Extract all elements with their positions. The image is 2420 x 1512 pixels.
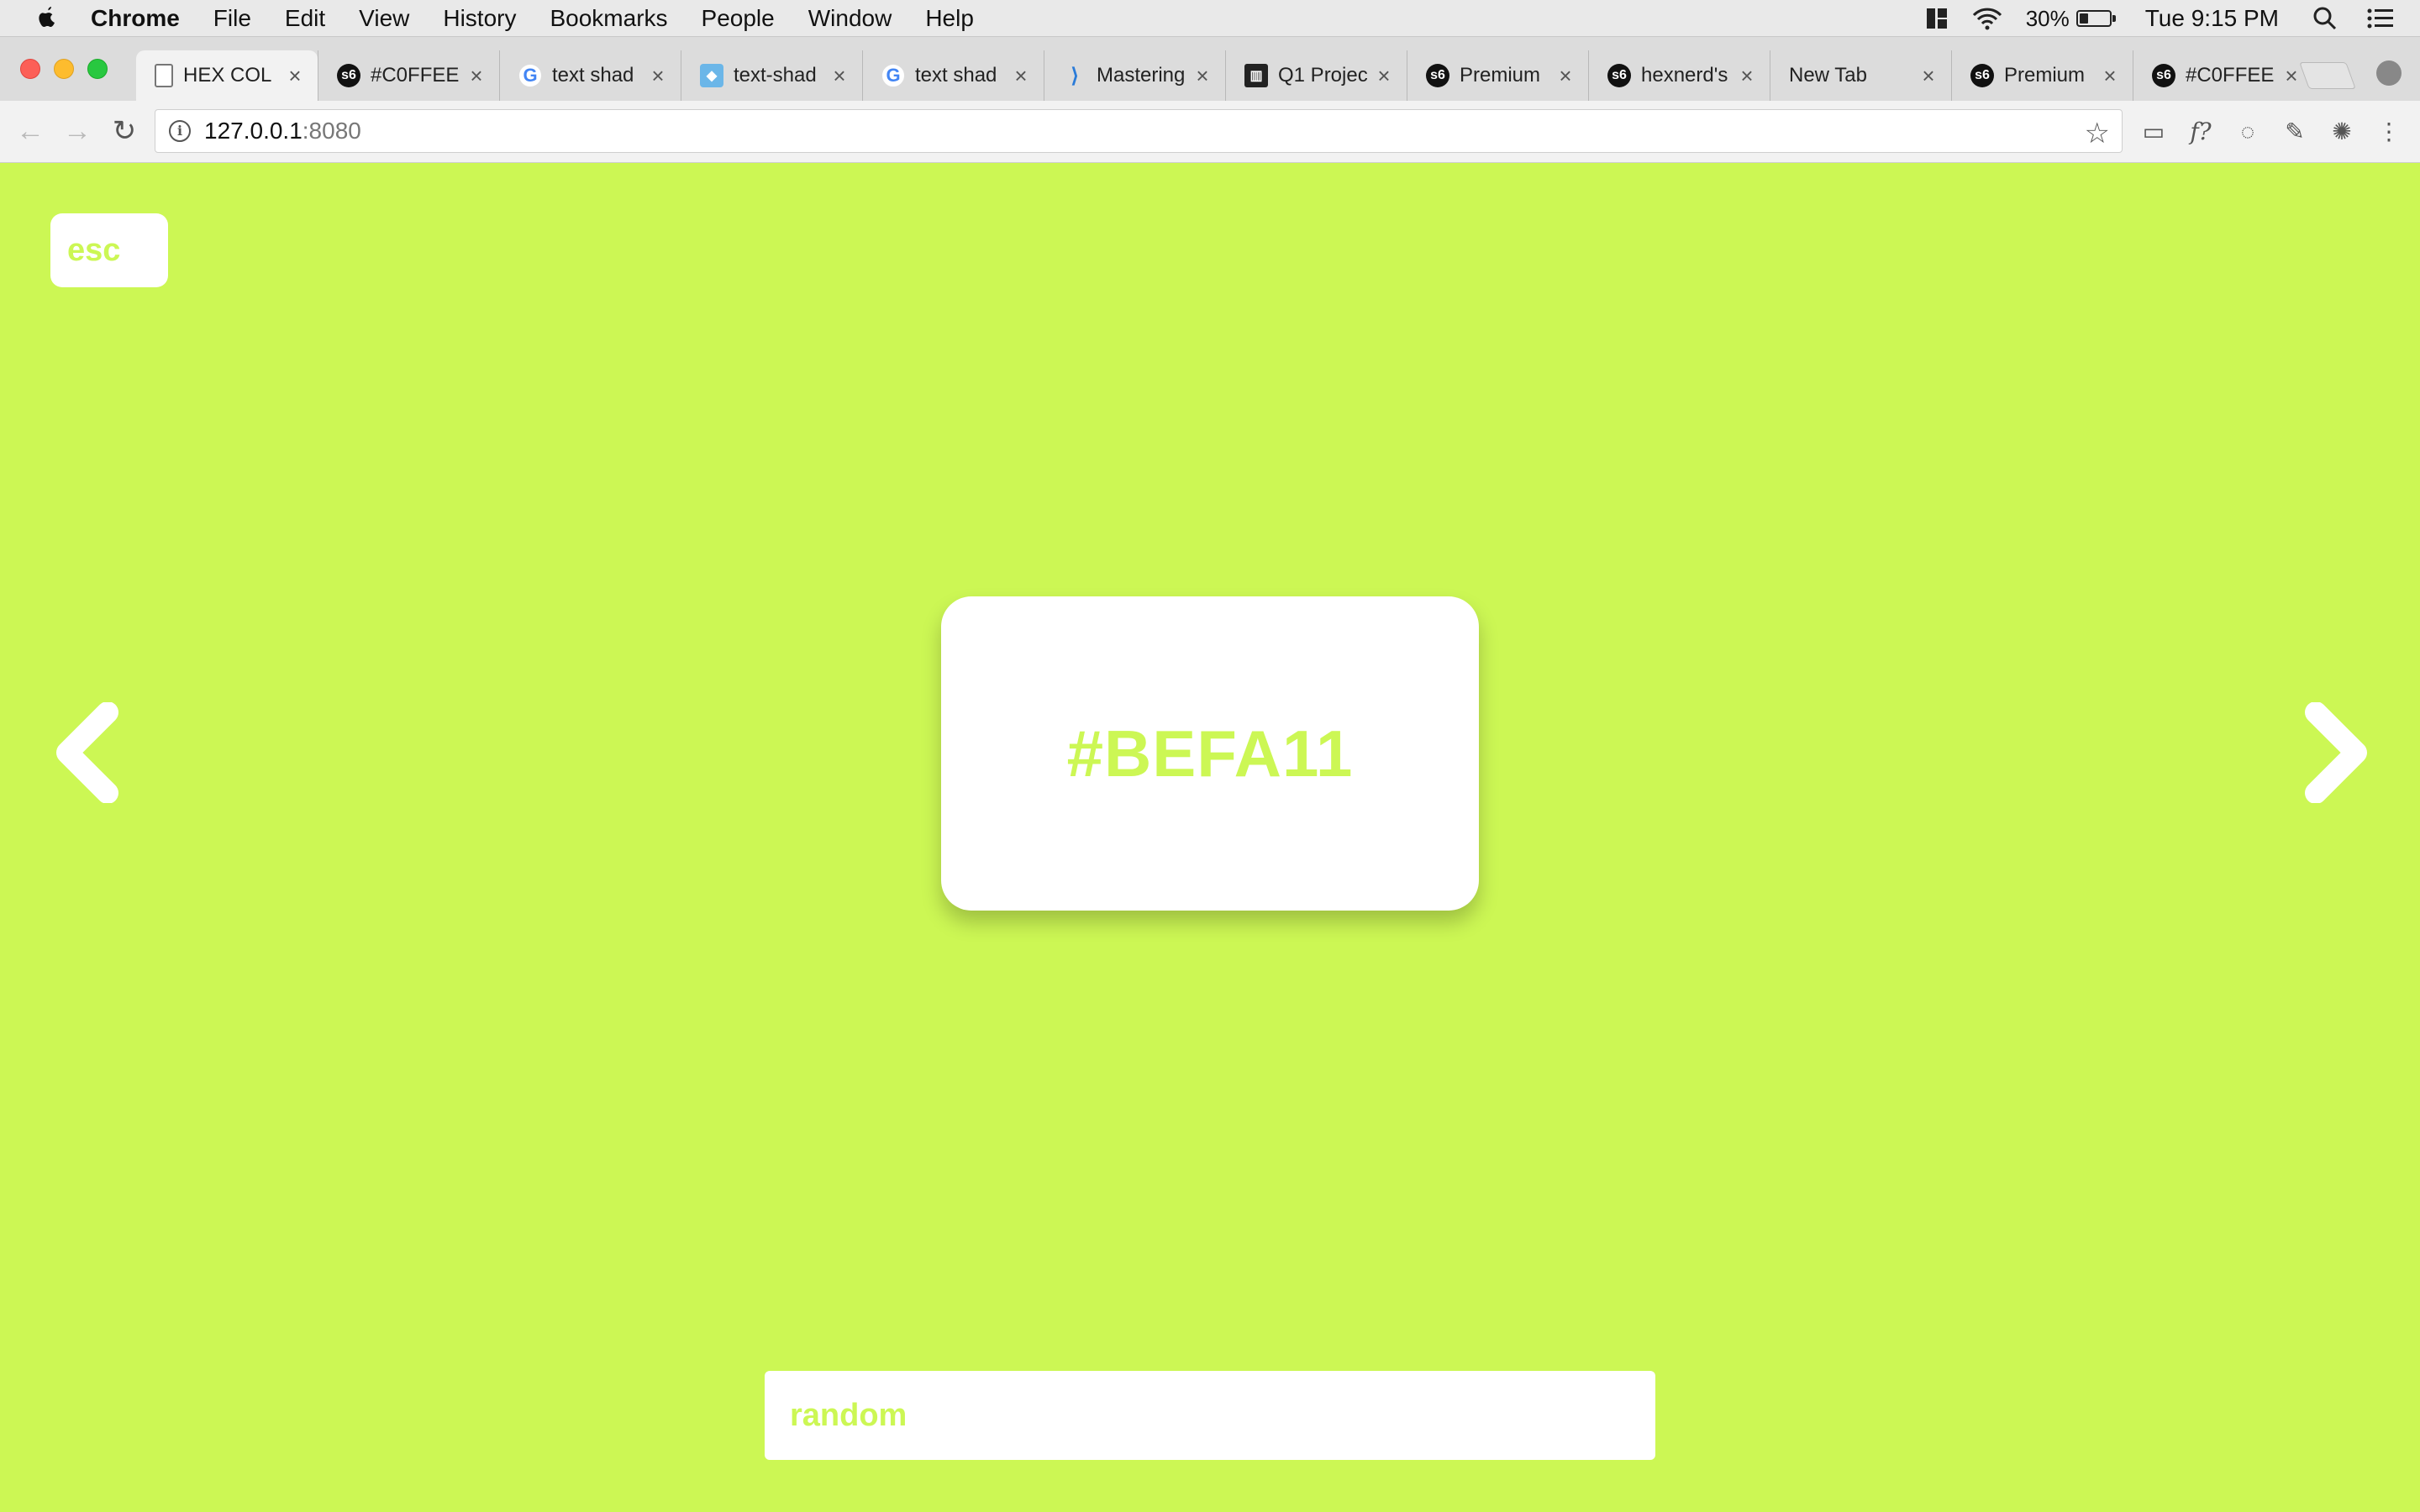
color-card: #BEFA11	[941, 596, 1479, 911]
macos-menu-bar: Chrome File Edit View History Bookmarks …	[0, 0, 2420, 37]
close-icon[interactable]: ×	[1556, 63, 1575, 89]
tab-strip: HEX COL × s6 #C0FFEE × G text shad × ◆ t…	[0, 37, 2420, 101]
wifi-icon[interactable]	[1970, 6, 2004, 31]
close-window-button[interactable]	[20, 59, 40, 79]
tab-coffee[interactable]: s6 #C0FFEE ×	[318, 50, 499, 101]
url-host: 127.0.0.1	[204, 118, 302, 144]
menu-history[interactable]: History	[443, 5, 516, 32]
status-area: 30% Tue 9:15 PM	[1903, 0, 2395, 37]
tab-mastering[interactable]: ⟩ Mastering ×	[1044, 50, 1225, 101]
menu-list: Chrome File Edit View History Bookmarks …	[91, 0, 1007, 37]
menu-dots-icon[interactable]: ⋮	[2375, 118, 2403, 146]
eyedropper-icon[interactable]: ✎	[2281, 118, 2309, 146]
notification-center-icon[interactable]	[2366, 7, 2395, 30]
tab-title: #C0FFEE	[2186, 64, 2275, 87]
window-layout-icon[interactable]	[1925, 7, 1949, 30]
menubar-clock[interactable]: Tue 9:15 PM	[2145, 5, 2279, 32]
esc-button[interactable]: esc	[50, 213, 168, 287]
battery-percent: 30%	[2025, 5, 2070, 31]
tab-google-text-shadow-2[interactable]: G text shad ×	[862, 50, 1044, 101]
tab-q1-project[interactable]: ▥ Q1 Projec ×	[1225, 50, 1407, 101]
mastering-icon: ⟩	[1071, 64, 1079, 87]
tab-title: New Tab	[1789, 64, 1867, 87]
close-icon[interactable]: ×	[1012, 63, 1030, 89]
tab-title: text shad	[552, 64, 634, 87]
reload-icon[interactable]: ↻	[108, 114, 141, 148]
cast-icon[interactable]: ▭	[2139, 118, 2168, 146]
s6-icon: s6	[2152, 64, 2175, 87]
browser-toolbar: ← → ↻ i 127.0.0.1:8080 ☆ ▭ f? ◌ ✎ ✺ ⋮	[0, 101, 2420, 163]
s6-icon: s6	[1426, 64, 1449, 87]
menu-edit[interactable]: Edit	[285, 5, 325, 32]
s6-icon: s6	[337, 64, 360, 87]
menu-app-name[interactable]: Chrome	[91, 5, 180, 32]
bug-icon[interactable]: ✺	[2328, 118, 2356, 146]
tab-title: text-shad	[734, 64, 817, 87]
menu-people[interactable]: People	[702, 5, 775, 32]
profile-avatar-icon[interactable]	[2376, 60, 2402, 86]
menu-file[interactable]: File	[213, 5, 251, 32]
forward-arrow-icon[interactable]: →	[60, 114, 94, 148]
battery-fill	[2079, 13, 2088, 24]
close-icon[interactable]: ×	[1193, 63, 1212, 89]
random-button[interactable]: random	[765, 1371, 1655, 1460]
q1-icon: ▥	[1244, 64, 1268, 87]
apple-icon[interactable]	[35, 5, 59, 30]
hex-code-label: #BEFA11	[1066, 716, 1354, 790]
google-icon: G	[518, 64, 542, 87]
zoom-window-button[interactable]	[87, 59, 108, 79]
menu-view[interactable]: View	[359, 5, 409, 32]
spotlight-search-icon[interactable]	[2312, 6, 2338, 31]
back-arrow-icon[interactable]: ←	[13, 114, 47, 148]
menu-help[interactable]: Help	[925, 5, 974, 32]
close-icon[interactable]: ×	[649, 63, 667, 89]
tab-title: Premium	[1460, 64, 1541, 87]
extension-circle-icon[interactable]: ◌	[2233, 118, 2262, 146]
document-icon	[155, 64, 173, 87]
info-icon[interactable]: i	[169, 120, 191, 142]
new-tab-button[interactable]	[2299, 62, 2356, 89]
tab-coffee-2[interactable]: s6 #C0FFEE ×	[2133, 50, 2314, 101]
close-icon[interactable]: ×	[1919, 63, 1938, 89]
bookmark-star-icon[interactable]: ☆	[2085, 117, 2110, 150]
close-icon[interactable]: ×	[2282, 63, 2301, 89]
tab-premium[interactable]: s6 Premium ×	[1407, 50, 1588, 101]
close-icon[interactable]: ×	[286, 63, 304, 89]
tab-title: Q1 Projec	[1278, 64, 1368, 87]
close-icon[interactable]: ×	[467, 63, 486, 89]
tab-title: Mastering	[1097, 64, 1186, 87]
previous-color-arrow-icon[interactable]	[49, 702, 124, 803]
close-icon[interactable]: ×	[1375, 63, 1393, 89]
address-bar[interactable]: i 127.0.0.1:8080 ☆	[155, 109, 2123, 153]
tab-list: HEX COL × s6 #C0FFEE × G text shad × ◆ t…	[136, 50, 2314, 101]
tab-hexnerds[interactable]: s6 hexnerd's ×	[1588, 50, 1770, 101]
font-ninja-icon[interactable]: f?	[2186, 118, 2215, 146]
menu-window[interactable]: Window	[808, 5, 892, 32]
s6-icon: s6	[1970, 64, 1994, 87]
tab-title: HEX COL	[183, 64, 272, 87]
tab-new-tab[interactable]: New Tab ×	[1770, 50, 1951, 101]
tab-title: #C0FFEE	[371, 64, 460, 87]
close-icon[interactable]: ×	[2101, 63, 2119, 89]
battery-icon[interactable]	[2075, 10, 2116, 27]
menu-bookmarks[interactable]: Bookmarks	[550, 5, 667, 32]
s6-icon: s6	[1607, 64, 1631, 87]
tab-title: Premium	[2004, 64, 2086, 87]
tab-text-shadow-docs[interactable]: ◆ text-shad ×	[681, 50, 862, 101]
tab-premium-2[interactable]: s6 Premium ×	[1951, 50, 2133, 101]
next-color-arrow-icon[interactable]	[2299, 702, 2375, 803]
tab-hex-colors[interactable]: HEX COL ×	[136, 50, 318, 101]
tab-title: hexnerd's	[1641, 64, 1728, 87]
google-icon: G	[881, 64, 905, 87]
tab-title: text shad	[915, 64, 997, 87]
tab-google-text-shadow[interactable]: G text shad ×	[499, 50, 681, 101]
close-icon[interactable]: ×	[1738, 63, 1756, 89]
bird-icon: ◆	[700, 64, 723, 87]
minimize-window-button[interactable]	[54, 59, 74, 79]
close-icon[interactable]: ×	[830, 63, 849, 89]
url-port: :8080	[302, 118, 361, 144]
